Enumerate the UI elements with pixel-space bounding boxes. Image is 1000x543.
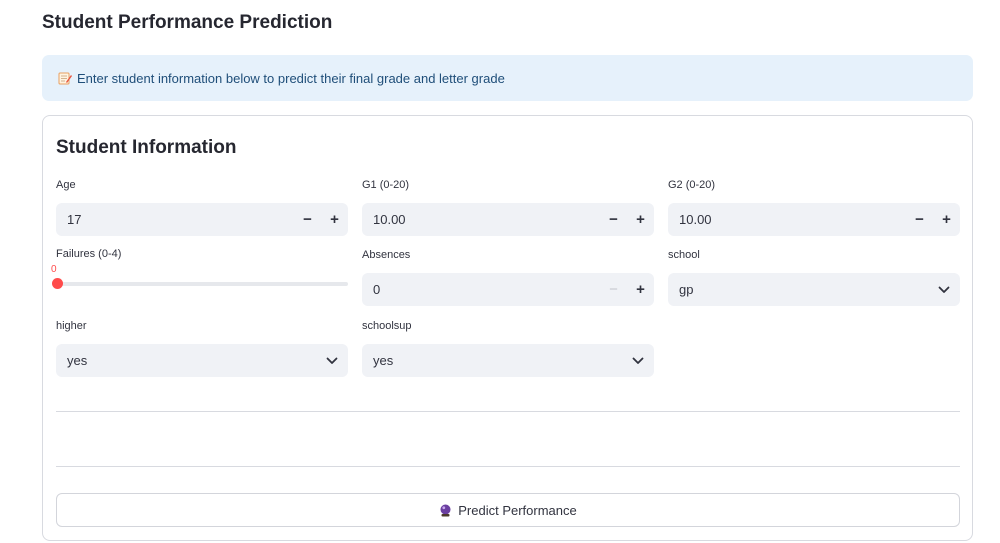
school-label: school — [668, 249, 700, 261]
schoolsup-select[interactable]: yes — [362, 344, 654, 377]
student-form: Student Information Age 17 − + G1 (0-20)… — [42, 115, 973, 541]
absences-label: Absences — [362, 249, 411, 261]
age-decrement-button[interactable]: − — [294, 203, 321, 236]
absences-field: Absences 0 − + — [362, 248, 654, 306]
crystal-ball-icon — [439, 504, 452, 517]
info-banner: Enter student information below to predi… — [42, 55, 973, 101]
g1-field: G1 (0-20) 10.00 − + — [362, 178, 654, 236]
school-select[interactable]: gp — [668, 273, 960, 306]
page-title: Student Performance Prediction — [42, 12, 333, 33]
g1-input[interactable]: 10.00 − + — [362, 203, 654, 236]
form-title: Student Information — [56, 137, 237, 158]
failures-slider-thumb[interactable] — [52, 278, 63, 289]
higher-field: higher yes — [56, 319, 348, 377]
g2-input[interactable]: 10.00 − + — [668, 203, 960, 236]
absences-increment-button[interactable]: + — [627, 273, 654, 306]
schoolsup-label: schoolsup — [362, 320, 412, 332]
absences-value[interactable]: 0 — [362, 282, 600, 297]
g2-value[interactable]: 10.00 — [668, 212, 906, 227]
age-label: Age — [56, 179, 76, 191]
school-field: school gp — [668, 248, 960, 306]
age-input[interactable]: 17 − + — [56, 203, 348, 236]
higher-label: higher — [56, 320, 87, 332]
g1-increment-button[interactable]: + — [627, 203, 654, 236]
higher-value[interactable]: yes — [56, 353, 316, 368]
school-value[interactable]: gp — [668, 282, 928, 297]
failures-label: Failures (0-4) — [56, 248, 122, 260]
age-increment-button[interactable]: + — [321, 203, 348, 236]
age-field: Age 17 − + — [56, 178, 348, 236]
g1-decrement-button[interactable]: − — [600, 203, 627, 236]
g2-field: G2 (0-20) 10.00 − + — [668, 178, 960, 236]
absences-input[interactable]: 0 − + — [362, 273, 654, 306]
g2-decrement-button[interactable]: − — [906, 203, 933, 236]
g2-label: G2 (0-20) — [668, 179, 716, 191]
schoolsup-value[interactable]: yes — [362, 353, 622, 368]
failures-value: 0 — [51, 264, 57, 275]
g1-value[interactable]: 10.00 — [362, 212, 600, 227]
divider — [56, 411, 960, 412]
g2-increment-button[interactable]: + — [933, 203, 960, 236]
failures-slider-track[interactable] — [56, 282, 348, 286]
chevron-down-icon[interactable] — [928, 286, 960, 294]
failures-field: Failures (0-4) 0 — [51, 247, 348, 289]
age-value[interactable]: 17 — [56, 212, 294, 227]
higher-select[interactable]: yes — [56, 344, 348, 377]
chevron-down-icon[interactable] — [316, 357, 348, 365]
divider — [56, 466, 960, 467]
predict-performance-button[interactable]: Predict Performance — [56, 493, 960, 527]
chevron-down-icon[interactable] — [622, 357, 654, 365]
predict-button-label: Predict Performance — [458, 502, 577, 518]
g1-label: G1 (0-20) — [362, 179, 410, 191]
absences-decrement-button[interactable]: − — [600, 273, 627, 306]
schoolsup-field: schoolsup yes — [362, 319, 654, 377]
memo-icon — [58, 71, 72, 85]
info-text: Enter student information below to predi… — [77, 70, 505, 86]
